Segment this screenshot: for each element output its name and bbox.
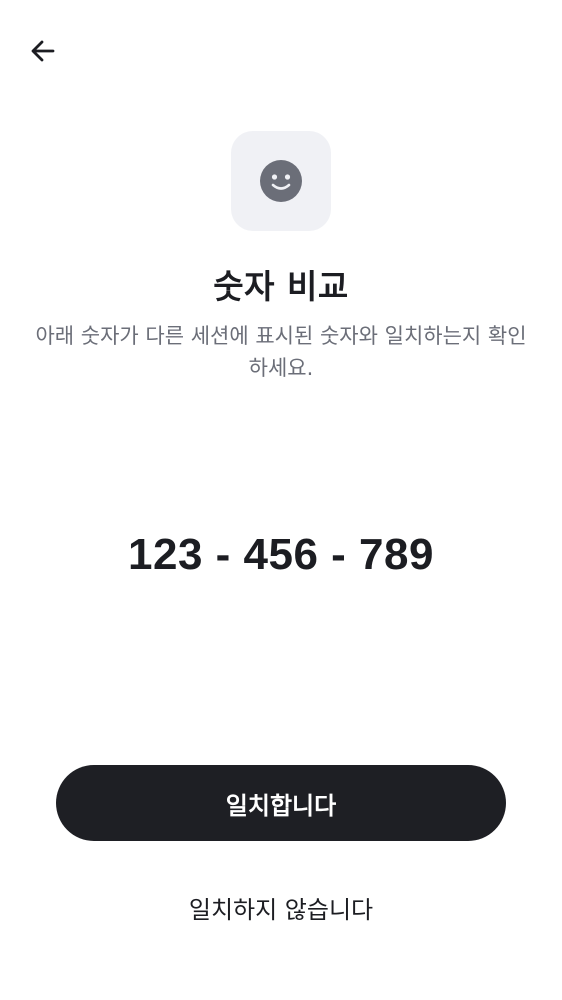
page-title: 숫자 비교	[213, 267, 349, 306]
back-button[interactable]	[22, 30, 64, 72]
confirm-match-button[interactable]: 일치합니다	[56, 765, 506, 841]
page-description: 아래 숫자가 다른 세션에 표시된 숫자와 일치하는지 확인하세요.	[35, 324, 527, 380]
face-icon-tile	[231, 131, 331, 231]
arrow-left-icon	[31, 40, 55, 62]
reject-match-button[interactable]: 일치하지 않습니다	[131, 880, 431, 934]
comparison-code: 123 - 456 - 789	[128, 530, 434, 579]
smiley-face-icon	[260, 160, 302, 202]
